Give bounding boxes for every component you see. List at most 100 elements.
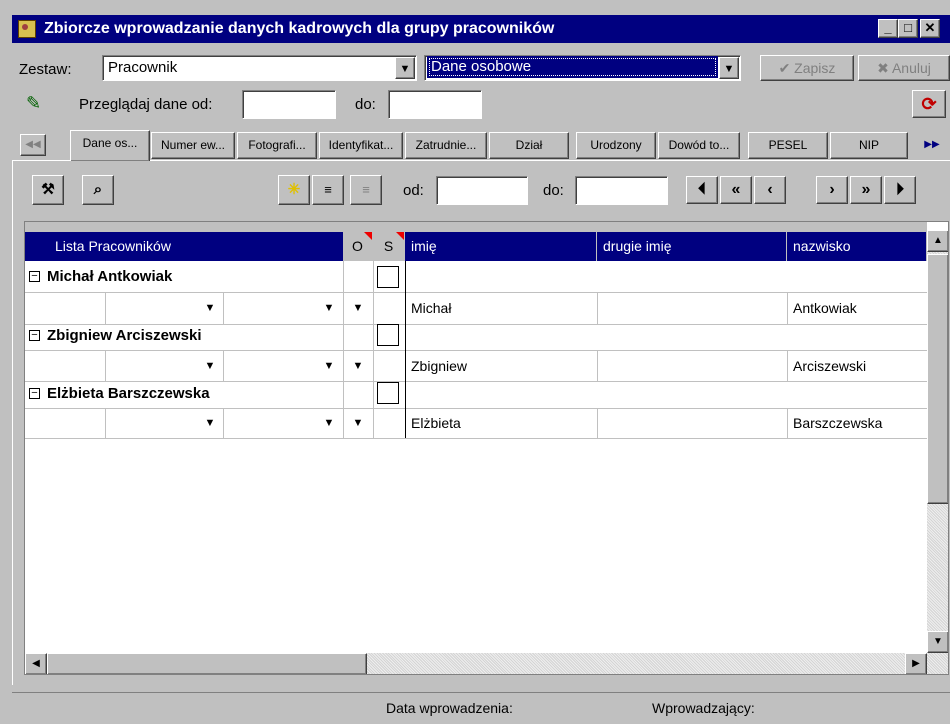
header-o[interactable]: O xyxy=(343,232,373,261)
prev-record-icon[interactable]: ‹ xyxy=(754,176,786,204)
chevron-down-icon[interactable]: ▼ xyxy=(351,302,365,314)
tab-numer-ewidencyjny[interactable]: Numer ew... xyxy=(151,132,235,159)
dataset-select[interactable]: Dane osobowe ▼ xyxy=(424,55,741,81)
last-name-cell[interactable]: Antkowiak xyxy=(788,293,857,323)
collapse-icon[interactable]: − xyxy=(29,330,40,341)
header-s[interactable]: S xyxy=(373,232,405,261)
tab-identyfikator[interactable]: Identyfikat... xyxy=(319,132,403,159)
filter-do-label: do: xyxy=(543,182,564,199)
delete-row-icon[interactable]: ≡ xyxy=(350,175,382,205)
insert-row-icon[interactable]: ≡ xyxy=(312,175,344,205)
browse-to-input[interactable] xyxy=(388,90,482,119)
select-checkbox[interactable] xyxy=(377,266,399,288)
header-middle-name[interactable]: drugie imię xyxy=(597,232,787,261)
chevron-down-icon[interactable]: ▼ xyxy=(351,417,365,429)
minimize-button[interactable]: _ xyxy=(878,19,898,38)
header-last-name[interactable]: nazwisko xyxy=(787,232,927,261)
chevron-down-icon[interactable]: ▼ xyxy=(322,302,336,314)
vertical-scrollbar[interactable]: ▲ ▼ xyxy=(927,230,948,674)
filter-od-input[interactable] xyxy=(436,176,528,205)
close-button[interactable]: ✕ xyxy=(920,19,940,38)
tab-pesel[interactable]: PESEL xyxy=(748,132,828,159)
tab-fotografia[interactable]: Fotografi... xyxy=(237,132,317,159)
window-titlebar: Zbiorcze wprowadzanie danych kadrowych d… xyxy=(12,15,950,43)
entry-date-label: Data wprowadzenia: xyxy=(386,700,513,716)
next-record-icon[interactable]: › xyxy=(816,176,848,204)
prev-page-icon[interactable]: « xyxy=(720,176,752,204)
col-divider xyxy=(105,350,106,381)
tab-nip[interactable]: NIP xyxy=(830,132,908,159)
last-record-icon[interactable]: ⏵ xyxy=(884,176,916,204)
tabs-scroll-right-button[interactable]: ▶▶ xyxy=(922,135,942,157)
select-checkbox[interactable] xyxy=(377,382,399,404)
tab-dzial[interactable]: Dział xyxy=(489,132,569,159)
scroll-down-icon[interactable]: ▼ xyxy=(927,631,948,653)
employee-grid: Lista Pracowników O S imię drugie imię n… xyxy=(24,221,949,675)
last-name-cell[interactable]: Arciszewski xyxy=(788,351,866,381)
employee-group-row[interactable]: Elżbieta Barszczewska xyxy=(45,380,210,408)
employee-group-row[interactable]: Michał Antkowiak xyxy=(45,263,172,291)
chevron-down-icon[interactable]: ▼ xyxy=(719,57,739,79)
first-name-cell[interactable]: Michał xyxy=(406,293,451,323)
cancel-button[interactable]: ✖ Anuluj xyxy=(858,55,950,81)
collapse-icon[interactable]: − xyxy=(29,388,40,399)
dataset-value: Dane osobowe xyxy=(427,56,718,78)
employee-group-row[interactable]: Zbigniew Arciszewski xyxy=(45,322,202,350)
zestaw-label: Zestaw: xyxy=(19,61,72,78)
col-divider xyxy=(223,408,224,438)
chevron-down-icon[interactable]: ▼ xyxy=(203,360,217,372)
refresh-icon[interactable]: ⟳ xyxy=(912,90,946,118)
header-s-label: S xyxy=(383,238,394,254)
scroll-left-icon[interactable]: ◀ xyxy=(25,653,47,674)
next-page-icon[interactable]: » xyxy=(850,176,882,204)
search-icon[interactable]: ⌕ xyxy=(82,175,114,205)
col-divider xyxy=(597,292,598,324)
filter-do-input[interactable] xyxy=(575,176,668,205)
tools-icon[interactable]: ⚒ xyxy=(32,175,64,205)
scroll-right-icon[interactable]: ▶ xyxy=(905,653,927,674)
vertical-scroll-thumb[interactable] xyxy=(927,254,948,504)
chevron-down-icon[interactable]: ▼ xyxy=(203,417,217,429)
save-button[interactable]: ✔ Zapisz xyxy=(760,55,854,81)
chevron-down-icon[interactable]: ▼ xyxy=(203,302,217,314)
header-employee-list[interactable]: Lista Pracowników xyxy=(25,232,345,261)
col-divider xyxy=(343,261,344,438)
chevron-down-icon[interactable]: ▼ xyxy=(351,360,365,372)
first-record-icon[interactable]: ⏴ xyxy=(686,176,718,204)
col-divider xyxy=(223,292,224,324)
new-star-icon[interactable]: ✳ xyxy=(278,175,310,205)
browse-from-input[interactable] xyxy=(242,90,336,119)
tab-zatrudnienie[interactable]: Zatrudnie... xyxy=(405,132,487,159)
chevron-down-icon[interactable]: ▼ xyxy=(395,57,415,79)
tab-dane-osobowe[interactable]: Dane os... xyxy=(70,130,150,161)
row-divider xyxy=(25,438,927,439)
col-divider xyxy=(105,292,106,324)
tab-urodzony[interactable]: Urodzony xyxy=(576,132,656,159)
header-o-label: O xyxy=(352,238,363,254)
tab-dowod-tozsamosci[interactable]: Dowód to... xyxy=(658,132,740,159)
tabs-scroll-left-button[interactable]: ◀◀ xyxy=(20,134,46,156)
last-name-cell[interactable]: Barszczewska xyxy=(788,408,882,438)
browse-from-label: Przeglądaj dane od: xyxy=(79,96,213,113)
zestaw-value: Pracownik xyxy=(108,59,178,76)
select-checkbox[interactable] xyxy=(377,324,399,346)
col-divider xyxy=(597,350,598,381)
window-title: Zbiorcze wprowadzanie danych kadrowych d… xyxy=(44,20,555,37)
flag-icon xyxy=(364,232,372,240)
filter-od-label: od: xyxy=(403,182,424,199)
pencil-icon[interactable]: ✎ xyxy=(26,92,48,114)
horizontal-scrollbar[interactable]: ◀ ▶ xyxy=(25,653,927,674)
header-first-name[interactable]: imię xyxy=(405,232,597,261)
chevron-down-icon[interactable]: ▼ xyxy=(322,417,336,429)
chevron-down-icon[interactable]: ▼ xyxy=(322,360,336,372)
maximize-button[interactable]: □ xyxy=(898,19,918,38)
entered-by-label: Wprowadzający: xyxy=(652,700,755,716)
horizontal-scroll-thumb[interactable] xyxy=(47,653,367,674)
horizontal-scroll-track[interactable] xyxy=(367,653,905,674)
scroll-up-icon[interactable]: ▲ xyxy=(927,230,948,252)
app-icon xyxy=(18,20,36,38)
zestaw-select[interactable]: Pracownik ▼ xyxy=(102,55,417,81)
first-name-cell[interactable]: Elżbieta xyxy=(406,408,461,438)
collapse-icon[interactable]: − xyxy=(29,271,40,282)
first-name-cell[interactable]: Zbigniew xyxy=(406,351,467,381)
